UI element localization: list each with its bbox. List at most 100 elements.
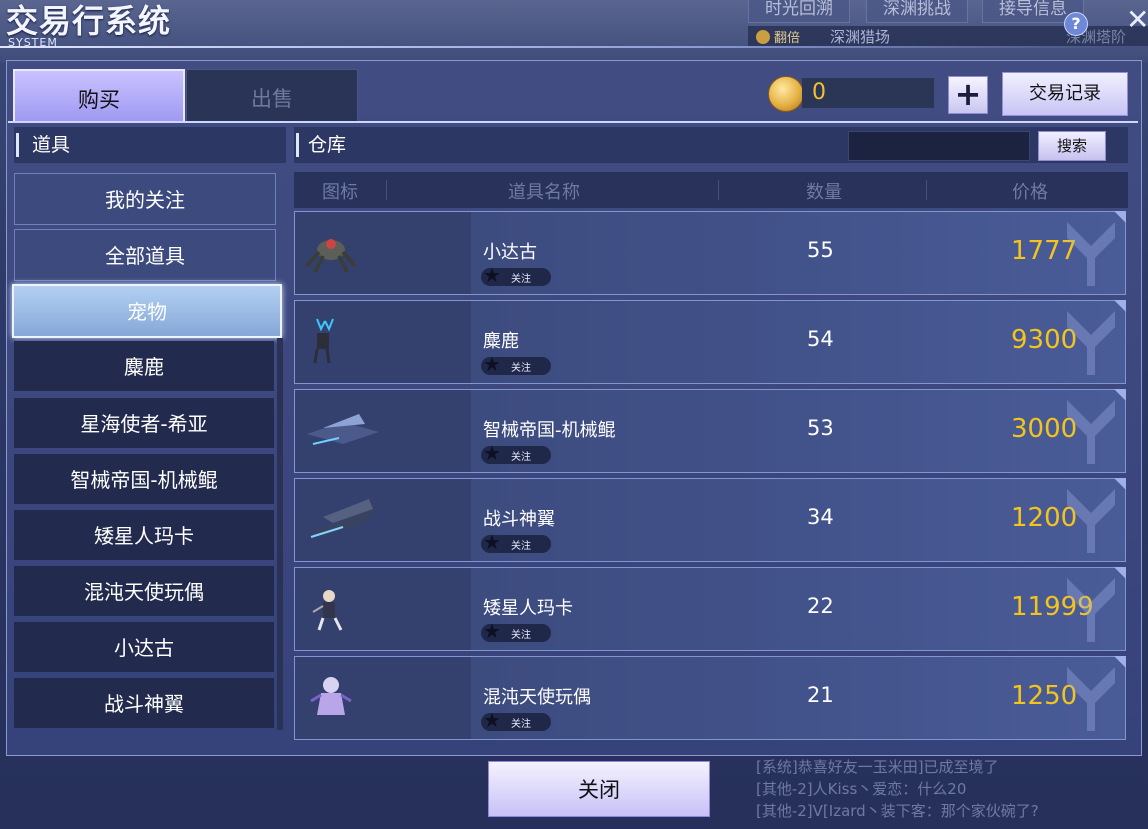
item-name: 矮星人玛卡 — [483, 598, 573, 619]
table-row[interactable]: 麋鹿 ★ 关注 54 9300 — [294, 300, 1126, 384]
item-name: 小达古 — [483, 242, 537, 263]
chat-line: [系统]恭喜好友一玉米田]已成至境了 — [756, 758, 999, 776]
item-icon-cell — [295, 212, 471, 294]
close-button[interactable]: 关闭 — [488, 761, 710, 817]
star-icon: ★ — [483, 441, 501, 465]
column-quantity: 数量 — [806, 182, 842, 203]
category-scrollbar[interactable] — [277, 338, 283, 730]
search-button[interactable]: 搜索 — [1038, 131, 1106, 161]
header-accent — [16, 133, 19, 157]
chat-line: [其他-2]人Kiss丶爱恋：什么20 — [756, 780, 967, 798]
category-all-items[interactable]: 全部道具 — [14, 229, 276, 281]
hunt-label: 深渊猎场 — [830, 28, 891, 46]
row-corner — [1114, 567, 1126, 579]
item-icon-cell — [295, 301, 471, 383]
star-icon: ★ — [483, 708, 501, 732]
row-corner — [1114, 478, 1126, 490]
emblem-icon — [1067, 400, 1115, 464]
gold-coin-icon — [768, 76, 804, 112]
star-icon: ★ — [483, 619, 501, 643]
item-icon-cell — [295, 568, 471, 650]
battle-wing-icon — [307, 499, 379, 538]
item-quantity: 21 — [807, 683, 834, 707]
item-name: 麋鹿 — [483, 331, 519, 352]
category-item[interactable]: 麋鹿 — [14, 341, 274, 391]
emblem-icon — [1067, 578, 1115, 642]
tab-sell[interactable]: 出售 — [186, 69, 358, 123]
category-item[interactable]: 战斗神翼 — [14, 678, 274, 728]
column-name: 道具名称 — [508, 182, 580, 203]
follow-toggle[interactable]: ★ 关注 — [481, 353, 551, 375]
row-corner — [1114, 389, 1126, 401]
event-strip: 翻倍 深渊猎场 深渊塔阶 — [748, 26, 1148, 46]
tab-buy[interactable]: 购买 — [13, 69, 185, 123]
trade-record-button[interactable]: 交易记录 — [1002, 72, 1128, 116]
deer-icon — [313, 318, 334, 364]
row-corner — [1114, 211, 1126, 223]
item-icon-cell — [295, 657, 471, 739]
currency-value: 0 — [802, 78, 934, 108]
item-name: 混沌天使玩偶 — [483, 687, 591, 708]
follow-toggle[interactable]: ★ 关注 — [481, 531, 551, 553]
table-row[interactable]: 混沌天使玩偶 ★ 关注 21 1250 — [294, 656, 1126, 740]
row-corner — [1114, 656, 1126, 668]
follow-label: 关注 — [511, 630, 531, 641]
item-name: 智械帝国-机械鲲 — [483, 420, 616, 441]
column-separator — [386, 180, 387, 200]
item-quantity: 22 — [807, 594, 834, 618]
items-header: 道具 — [14, 127, 286, 163]
spider-mech-icon — [305, 239, 357, 273]
divider — [8, 121, 1138, 123]
add-currency-button[interactable]: + — [948, 76, 988, 114]
item-quantity: 34 — [807, 505, 834, 529]
column-separator — [718, 180, 719, 200]
close-icon[interactable]: ✕ — [1126, 6, 1148, 34]
backdrop-tab: 深渊挑战 — [866, 0, 968, 23]
follow-toggle[interactable]: ★ 关注 — [481, 709, 551, 731]
follow-label: 关注 — [511, 363, 531, 374]
item-name: 战斗神翼 — [483, 509, 555, 530]
backdrop-tab: 时光回溯 — [748, 0, 850, 23]
double-badge: 翻倍 — [756, 27, 800, 46]
row-corner — [1114, 300, 1126, 312]
follow-label: 关注 — [511, 274, 531, 285]
star-icon: ★ — [483, 263, 501, 287]
table-row[interactable]: 智械帝国-机械鲲 ★ 关注 53 3000 — [294, 389, 1126, 473]
column-icon: 图标 — [322, 182, 358, 203]
table-row[interactable]: 战斗神翼 ★ 关注 34 1200 — [294, 478, 1126, 562]
warehouse-header-label: 仓库 — [308, 134, 347, 156]
category-pets[interactable]: 宠物 — [12, 284, 282, 338]
emblem-icon — [1067, 222, 1115, 286]
follow-toggle[interactable]: ★ 关注 — [481, 442, 551, 464]
help-icon[interactable]: ? — [1064, 12, 1088, 36]
star-icon: ★ — [483, 352, 501, 376]
emblem-icon — [1067, 311, 1115, 375]
table-row[interactable]: 矮星人玛卡 ★ 关注 22 11999 — [294, 567, 1126, 651]
dwarf-maka-icon — [312, 590, 343, 631]
category-item[interactable]: 混沌天使玩偶 — [14, 566, 274, 616]
category-item[interactable]: 智械帝国-机械鲲 — [14, 454, 274, 504]
title-underline — [0, 46, 1120, 48]
emblem-icon — [1067, 489, 1115, 553]
search-input[interactable] — [848, 131, 1030, 161]
category-my-follow[interactable]: 我的关注 — [14, 173, 276, 225]
follow-toggle[interactable]: ★ 关注 — [481, 620, 551, 642]
category-item[interactable]: 矮星人玛卡 — [14, 510, 274, 560]
items-header-label: 道具 — [32, 134, 71, 156]
chat-log: [系统]恭喜好友一玉米田]已成至境了 [其他-2]人Kiss丶爱恋：什么20 [… — [756, 756, 1148, 829]
category-item[interactable]: 小达古 — [14, 622, 274, 672]
header-accent — [296, 133, 299, 157]
column-price: 价格 — [1012, 182, 1048, 203]
mech-whale-icon — [307, 414, 379, 445]
item-icon-cell — [295, 479, 471, 561]
chat-line: [其他-2]V[Izard丶装下客：那个家伙碗了? — [756, 802, 1039, 820]
table-row[interactable]: 小达古 ★ 关注 55 1777 — [294, 211, 1126, 295]
item-quantity: 55 — [807, 238, 834, 262]
coin-icon — [756, 30, 770, 44]
item-quantity: 53 — [807, 416, 834, 440]
follow-toggle[interactable]: ★ 关注 — [481, 264, 551, 286]
category-item[interactable]: 星海使者-希亚 — [14, 398, 274, 448]
currency-display: 0 — [768, 76, 934, 112]
chaos-angel-doll-icon — [310, 677, 352, 715]
star-icon: ★ — [483, 530, 501, 554]
